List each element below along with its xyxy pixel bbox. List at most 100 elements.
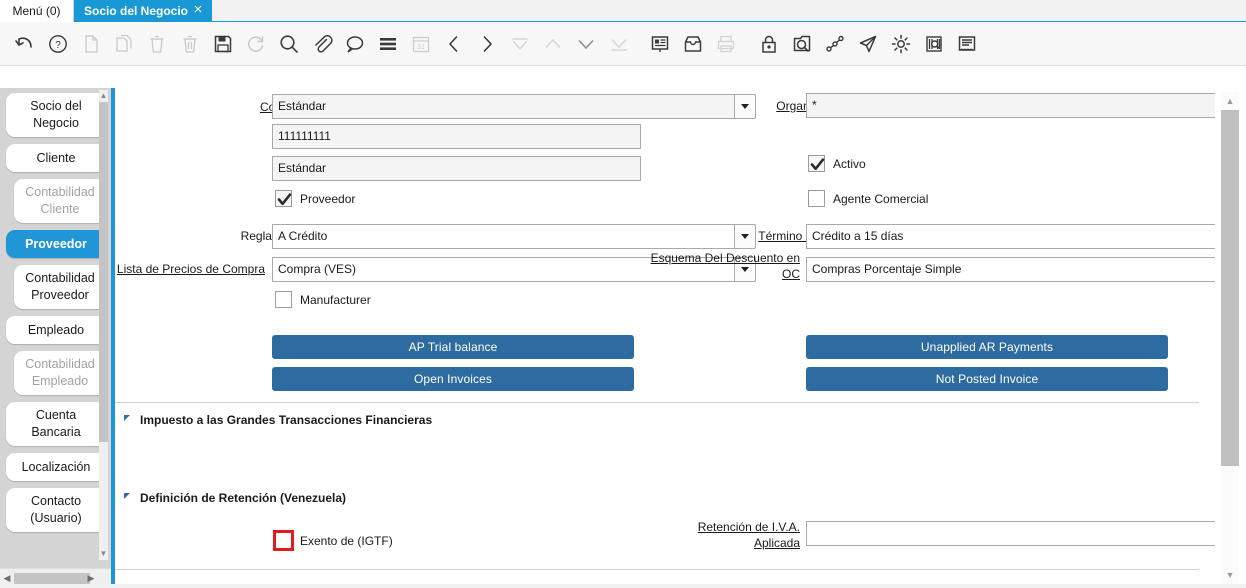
exento-igtf-checkbox[interactable] [275, 532, 292, 549]
scroll-down-icon[interactable]: ▼ [1221, 566, 1239, 584]
sidebar-item-localizacion[interactable]: Localización [6, 453, 106, 481]
settings-icon[interactable] [884, 27, 917, 60]
child-record-icon[interactable] [569, 27, 602, 60]
previous-record-icon[interactable] [437, 27, 470, 60]
delete-selection-icon[interactable] [173, 27, 206, 60]
workflow-icon[interactable] [818, 27, 851, 60]
sidebar-vertical-scrollbar[interactable]: ▲ ▼ [99, 90, 108, 560]
section-title-igtf: Impuesto a las Grandes Transacciones Fin… [140, 413, 432, 427]
collapse-triangle-icon[interactable] [124, 493, 130, 499]
sidebar-scroll-up-icon[interactable]: ▲ [99, 90, 108, 102]
copy-record-icon[interactable] [107, 27, 140, 60]
sidebar-item-label: Proveedor [25, 236, 87, 253]
manufacturer-checkbox-row[interactable]: Manufacturer [275, 291, 371, 308]
window-tab-socio-del-negocio[interactable]: Socio del Negocio × [74, 0, 212, 22]
last-record-icon[interactable] [602, 27, 635, 60]
sidebar-item-label: Socio del Negocio [10, 98, 102, 132]
help-icon[interactable]: ? [41, 27, 74, 60]
close-icon[interactable]: × [191, 3, 205, 17]
send-icon[interactable] [851, 27, 884, 60]
svg-text:?: ? [55, 40, 61, 51]
section-title-retencion: Definición de Retención (Venezuela) [140, 491, 346, 505]
parent-record-icon[interactable] [536, 27, 569, 60]
sidebar-tab-list: Socio del Negocio Cliente Contabilidad C… [0, 91, 100, 539]
sidebar-item-label: Empleado [28, 322, 84, 339]
delete-icon[interactable] [140, 27, 173, 60]
archive-icon[interactable] [676, 27, 709, 60]
save-icon[interactable] [206, 27, 239, 60]
nombre-input[interactable]: Estándar [272, 156, 641, 181]
compania-combobox[interactable]: Estándar [272, 94, 756, 119]
proveedor-checkbox-row[interactable]: Proveedor [275, 190, 355, 207]
codigo-input[interactable]: 111111111 [272, 124, 641, 149]
sidebar-item-empleado[interactable]: Empleado [6, 316, 106, 344]
zoom-across-icon[interactable] [785, 27, 818, 60]
grid-toggle-icon[interactable] [371, 27, 404, 60]
ap-trial-balance-button[interactable]: AP Trial balance [272, 335, 634, 359]
sidebar-item-label: Contabilidad Empleado [18, 356, 102, 390]
window-tab-menu-label: Menú (0) [12, 4, 60, 18]
label-lista-de-precios-de-compra: Lista de Precios de Compra [115, 262, 265, 277]
report-icon[interactable] [643, 27, 676, 60]
termino-pago-oc-combobox[interactable]: Crédito a 15 días [806, 224, 1215, 249]
organizacion-combobox[interactable]: * [806, 93, 1215, 118]
barcode-icon[interactable] [917, 27, 950, 60]
new-record-icon[interactable] [74, 27, 107, 60]
form-panel: Compañía* Estándar Código 111111111 Nomb… [115, 88, 1215, 588]
sidebar-item-cuenta-bancaria[interactable]: Cuenta Bancaria [6, 402, 106, 446]
sidebar-item-contacto-usuario[interactable]: Contacto (Usuario) [6, 488, 106, 532]
document-icon[interactable] [950, 27, 983, 60]
agente-comercial-checkbox-row[interactable]: Agente Comercial [808, 190, 928, 207]
attachment-icon[interactable] [305, 27, 338, 60]
unapplied-ar-payments-button[interactable]: Unapplied AR Payments [806, 335, 1168, 359]
search-icon[interactable] [272, 27, 305, 60]
open-invoices-button[interactable]: Open Invoices [272, 367, 634, 391]
main-toolbar: ? 31 [0, 22, 1246, 66]
calendar-icon[interactable]: 31 [404, 27, 437, 60]
chat-icon[interactable] [338, 27, 371, 60]
compania-value[interactable]: Estándar [272, 94, 734, 119]
collapse-triangle-icon[interactable] [124, 415, 130, 421]
sidebar-item-socio-del-negocio[interactable]: Socio del Negocio [6, 93, 106, 137]
sidebar-item-cliente[interactable]: Cliente [6, 144, 106, 172]
lock-icon[interactable] [752, 27, 785, 60]
sidebar-vertical-scroll-thumb[interactable] [99, 102, 108, 442]
activo-checkbox[interactable] [808, 155, 825, 172]
esquema-descuento-oc-combobox[interactable]: Compras Porcentaje Simple [806, 257, 1215, 282]
first-record-icon[interactable] [503, 27, 536, 60]
left-tab-sidebar: Socio del Negocio Cliente Contabilidad C… [0, 88, 111, 588]
sidebar-item-label: Cliente [37, 150, 76, 167]
activo-label: Activo [833, 157, 866, 171]
next-record-icon[interactable] [470, 27, 503, 60]
scrollbar-thumb[interactable] [1221, 110, 1239, 466]
esquema-descuento-oc-value[interactable]: Compras Porcentaje Simple [806, 257, 1215, 282]
sidebar-scroll-down-icon[interactable]: ▼ [99, 548, 108, 560]
not-posted-invoice-button[interactable]: Not Posted Invoice [806, 367, 1168, 391]
bottom-strip [0, 584, 1246, 588]
activo-checkbox-row[interactable]: Activo [808, 155, 866, 172]
agente-comercial-checkbox[interactable] [808, 190, 825, 207]
retencion-iva-aplicada-combobox[interactable] [806, 521, 1215, 546]
organizacion-value[interactable]: * [806, 93, 1215, 118]
label-esquema-del-descuento-en-oc: Esquema Del Descuento en OC [635, 250, 800, 282]
svg-text:31: 31 [417, 44, 425, 51]
content-vertical-scrollbar[interactable]: ▲ ▼ [1215, 88, 1246, 588]
undo-icon[interactable] [8, 27, 41, 60]
sidebar-item-contabilidad-empleado[interactable]: Contabilidad Empleado [14, 351, 106, 395]
scroll-up-icon[interactable]: ▲ [1221, 92, 1239, 110]
manufacturer-checkbox[interactable] [275, 291, 292, 308]
window-tab-menu[interactable]: Menú (0) [0, 0, 74, 22]
termino-pago-oc-value[interactable]: Crédito a 15 días [806, 224, 1215, 249]
print-icon[interactable] [709, 27, 742, 60]
proveedor-checkbox[interactable] [275, 190, 292, 207]
retencion-iva-aplicada-value[interactable] [806, 521, 1215, 546]
sidebar-item-contabilidad-proveedor[interactable]: Contabilidad Proveedor [14, 265, 106, 309]
window-tab-socio-del-negocio-label: Socio del Negocio [84, 4, 188, 18]
window-tab-strip: Menú (0) Socio del Negocio × [0, 0, 1246, 22]
exento-igtf-checkbox-row[interactable]: Exento de (IGTF) [275, 532, 393, 549]
sidebar-item-contabilidad-cliente[interactable]: Contabilidad Cliente [14, 179, 106, 223]
manufacturer-label: Manufacturer [300, 293, 371, 307]
refresh-icon[interactable] [239, 27, 272, 60]
section-divider [115, 569, 1199, 570]
sidebar-item-proveedor[interactable]: Proveedor [6, 230, 106, 258]
